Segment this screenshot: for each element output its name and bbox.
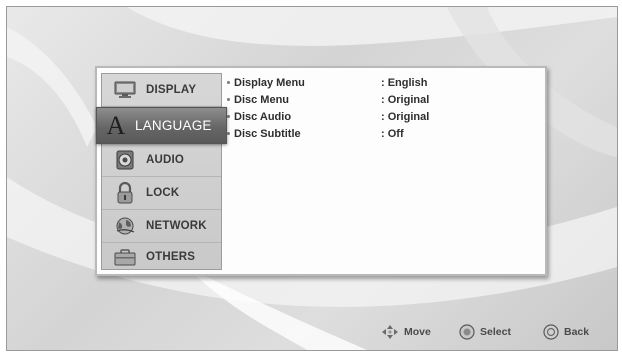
- monitor-icon: [112, 79, 138, 101]
- sidebar-item-label: LANGUAGE: [135, 118, 212, 133]
- setting-value: : Original: [381, 94, 430, 106]
- padlock-icon: [112, 182, 138, 204]
- setting-value: : Off: [381, 128, 404, 140]
- sidebar-item-label: LOCK: [146, 187, 180, 199]
- bullet-icon: [227, 132, 230, 135]
- hint-select: Select: [459, 324, 511, 340]
- return-button-icon: [543, 324, 559, 340]
- setting-row-disc-menu[interactable]: Disc Menu : Original: [227, 92, 537, 109]
- globe-network-icon: [112, 215, 138, 237]
- sidebar-item-others[interactable]: OTHERS: [102, 243, 221, 270]
- sidebar-item-label: NETWORK: [146, 220, 207, 232]
- hint-move: Move: [381, 324, 431, 340]
- setting-row-display-menu[interactable]: Display Menu : English: [227, 75, 537, 92]
- language-icon: A: [106, 110, 126, 140]
- setting-row-disc-subtitle[interactable]: Disc Subtitle : Off: [227, 126, 537, 143]
- sidebar-item-audio[interactable]: AUDIO: [102, 144, 221, 177]
- setting-value: : Original: [381, 111, 430, 123]
- category-sidebar: DISPLAY A LANGUAGE AUDIO LOCK NETWORK OT…: [96, 73, 227, 270]
- bullet-icon: [227, 98, 230, 101]
- enter-button-icon: [459, 324, 475, 340]
- setting-value: : English: [381, 77, 428, 89]
- sidebar-item-label: DISPLAY: [146, 84, 197, 96]
- arrow-keys-icon: [381, 324, 399, 340]
- sidebar-item-display[interactable]: DISPLAY: [102, 74, 221, 107]
- speaker-icon: [112, 149, 138, 171]
- tv-screen: DISPLAY A LANGUAGE AUDIO LOCK NETWORK OT…: [6, 6, 618, 351]
- sidebar-item-network[interactable]: NETWORK: [102, 210, 221, 243]
- setting-row-disc-audio[interactable]: Disc Audio : Original: [227, 109, 537, 126]
- setting-label: Disc Audio: [234, 111, 292, 123]
- hint-move-label: Move: [404, 326, 431, 338]
- hint-back-label: Back: [564, 326, 590, 338]
- sidebar-item-lock[interactable]: LOCK: [102, 177, 221, 210]
- setting-label: Display Menu: [234, 77, 305, 89]
- hint-back: Back: [543, 324, 589, 340]
- bullet-icon: [227, 81, 230, 84]
- sidebar-item-label: AUDIO: [146, 154, 185, 166]
- setting-label: Disc Subtitle: [234, 128, 301, 140]
- language-settings-list: Display Menu : English Disc Menu : Origi…: [227, 75, 537, 143]
- sidebar-item-label: OTHERS: [146, 250, 196, 263]
- setting-label: Disc Menu: [234, 94, 290, 106]
- bullet-icon: [227, 115, 230, 118]
- setup-menu-panel: DISPLAY A LANGUAGE AUDIO LOCK NETWORK OT…: [95, 66, 547, 276]
- toolbox-icon: [112, 246, 138, 268]
- sidebar-item-language[interactable]: A LANGUAGE: [96, 107, 227, 144]
- hint-select-label: Select: [480, 326, 511, 338]
